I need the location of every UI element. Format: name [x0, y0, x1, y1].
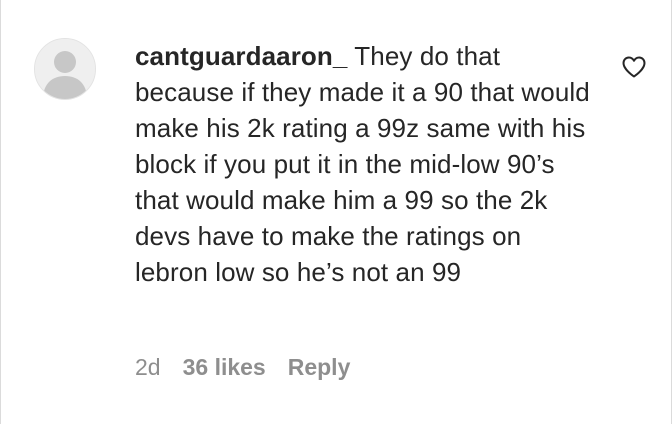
avatar[interactable] — [34, 38, 96, 100]
comment-body: cantguardaaron_ They do that because if … — [135, 38, 590, 290]
default-profile-avatar-icon — [35, 39, 95, 99]
comment-timestamp[interactable]: 2d — [135, 352, 161, 382]
heart-outline-icon — [622, 56, 646, 78]
like-comment-button[interactable] — [621, 55, 647, 79]
comment-meta: 2d 36 likes Reply — [135, 352, 350, 382]
comment-likes-count[interactable]: 36 likes — [183, 352, 266, 382]
comment-username[interactable]: cantguardaaron_ — [135, 41, 347, 71]
comment-container: cantguardaaron_ They do that because if … — [0, 0, 672, 424]
reply-button[interactable]: Reply — [288, 352, 351, 382]
comment-text: They do that because if they made it a 9… — [135, 41, 590, 287]
